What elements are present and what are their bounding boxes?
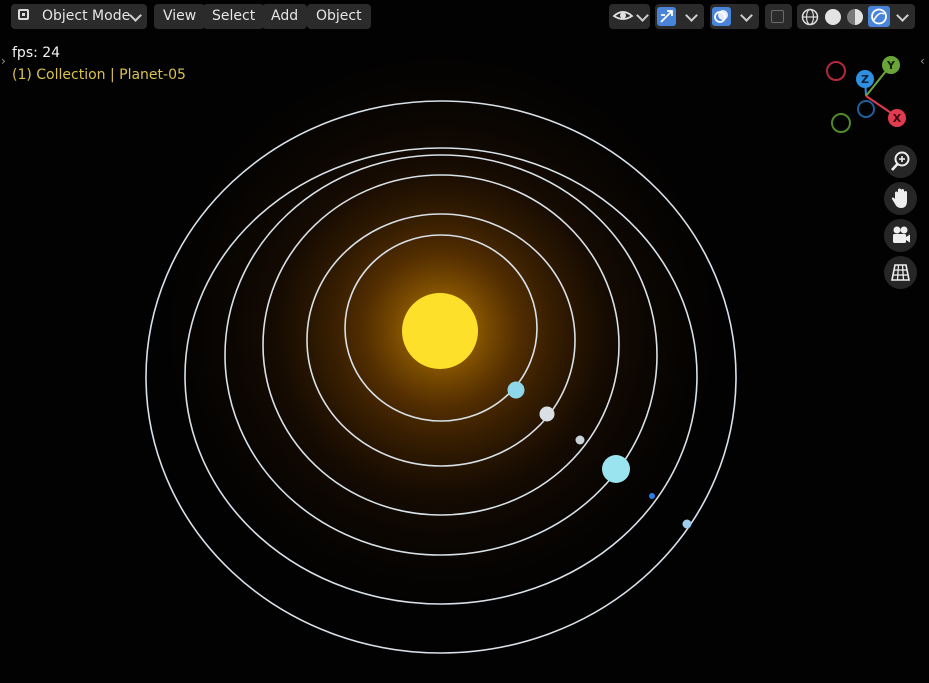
pan-button[interactable] — [884, 182, 917, 215]
xray-toggle[interactable] — [765, 4, 792, 29]
object-mode-icon — [18, 9, 29, 20]
eye-icon — [612, 11, 634, 20]
visibility-dropdown[interactable] — [609, 4, 650, 29]
fps-readout: fps: 24 — [12, 45, 61, 61]
hand-icon — [891, 188, 907, 208]
camera-icon — [893, 226, 910, 243]
overlay-toggle[interactable] — [710, 4, 759, 29]
camera-view-button[interactable] — [884, 219, 917, 252]
mode-label: Object Mode — [42, 8, 131, 24]
right-panel-arrow-icon[interactable]: ‹ — [920, 54, 925, 68]
shading-modes — [797, 4, 915, 29]
planet-5[interactable] — [649, 493, 655, 499]
chevron-down-icon — [685, 9, 698, 22]
menu-add[interactable]: Add — [262, 4, 308, 29]
planet-4[interactable] — [602, 455, 630, 483]
3d-viewport[interactable]: Object Mode View Select Add Object › ‹ f… — [0, 0, 929, 683]
gizmo-y-label: Y — [886, 59, 896, 72]
collection-label: (1) Collection | Planet-05 — [12, 67, 186, 83]
gizmo-z-label: Z — [861, 73, 869, 86]
wireframe-icon[interactable] — [800, 7, 820, 27]
chevron-down-icon — [740, 9, 753, 22]
gizmo-icon — [657, 7, 676, 26]
planet-3[interactable] — [575, 435, 585, 445]
chevron-down-icon — [636, 9, 649, 22]
gizmo-neg-x[interactable] — [826, 61, 846, 81]
gizmo-x-label: X — [893, 112, 902, 125]
left-panel-arrow-icon[interactable]: › — [1, 54, 6, 68]
gizmo-neg-y[interactable] — [831, 113, 851, 133]
chevron-down-icon — [896, 9, 909, 22]
grid-icon — [891, 264, 910, 281]
object-mode-dropdown[interactable]: Object Mode — [11, 4, 147, 29]
overlay-icon — [712, 7, 731, 26]
sun[interactable] — [402, 293, 478, 369]
planet-1[interactable] — [507, 381, 525, 399]
zoom-button[interactable] — [884, 145, 917, 178]
planet-2[interactable] — [539, 406, 555, 422]
xray-icon — [771, 10, 784, 23]
gizmo-toggle[interactable] — [655, 4, 704, 29]
material-icon[interactable] — [845, 7, 865, 27]
gizmo-neg-z[interactable] — [857, 100, 875, 118]
rendered-icon[interactable] — [868, 6, 890, 27]
navigation-gizmo[interactable]: Y Z X — [820, 52, 920, 142]
planet-6[interactable] — [682, 519, 692, 529]
menu-view[interactable]: View — [154, 4, 206, 29]
menu-object[interactable]: Object — [307, 4, 371, 29]
solar-system-scene[interactable] — [0, 0, 929, 683]
perspective-toggle-button[interactable] — [884, 256, 917, 289]
chevron-down-icon — [129, 9, 142, 22]
solid-icon[interactable] — [823, 7, 843, 27]
zoom-icon — [891, 151, 910, 171]
menu-select[interactable]: Select — [203, 4, 265, 29]
viewport-header: Object Mode View Select Add Object — [0, 0, 929, 34]
